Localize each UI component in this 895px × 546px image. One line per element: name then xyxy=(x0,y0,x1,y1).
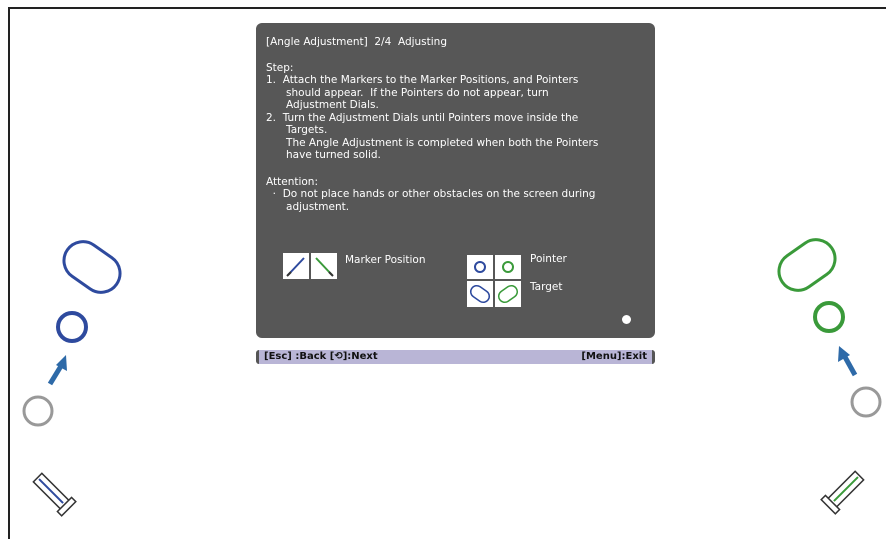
target-icon xyxy=(777,238,837,292)
adjustment-graphics xyxy=(22,238,882,517)
pointer-icon xyxy=(56,311,88,343)
marker-icon xyxy=(32,472,77,517)
start-circle-icon xyxy=(22,395,54,427)
target-icon xyxy=(62,240,122,294)
arrow-up-icon xyxy=(47,355,67,386)
arrow-up-icon xyxy=(838,346,858,377)
marker-icon xyxy=(820,470,865,515)
start-circle-icon xyxy=(850,386,882,418)
pointer-icon xyxy=(813,301,845,333)
